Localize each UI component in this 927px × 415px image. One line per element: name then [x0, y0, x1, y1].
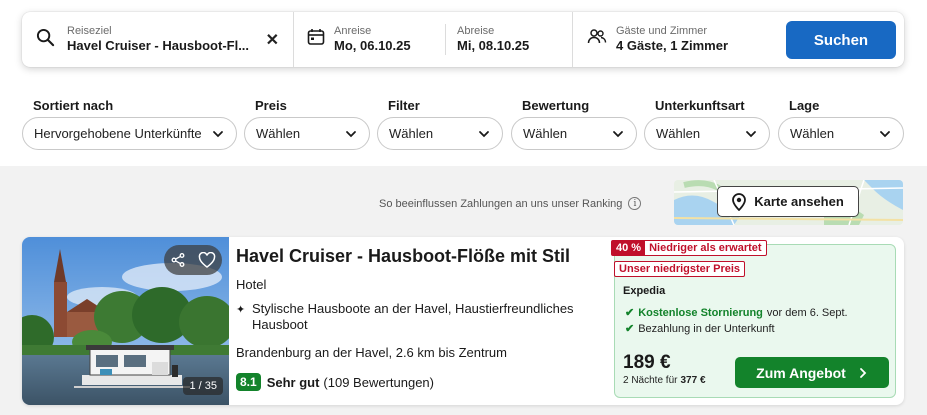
filter-sort: Sortiert nach Hervorgehobene Unterkünfte: [22, 98, 237, 150]
chevron-right-icon: [859, 367, 867, 378]
heart-icon[interactable]: [198, 252, 216, 268]
filter-value: Wählen: [790, 126, 835, 141]
hotel-feature: ✦ Stylische Hausboote an der Havel, Haus…: [236, 301, 582, 333]
discount-pct: 40 %: [612, 241, 646, 255]
filter-rating: Bewertung Wählen: [511, 98, 637, 150]
check-icon: ✔: [625, 323, 635, 335]
deal-box[interactable]: 40 % Niedriger als erwartet Unser niedri…: [611, 240, 896, 398]
filter-dropdown[interactable]: Wählen: [377, 117, 503, 150]
photo-actions: [164, 245, 222, 275]
sparkle-icon: ✦: [236, 304, 246, 316]
filter-value: Wählen: [389, 126, 434, 141]
rating-count: (109 Bewertungen): [323, 374, 434, 390]
filter-value: Wählen: [656, 126, 701, 141]
hotel-location: Brandenburg an der Havel, 2.6 km bis Zen…: [236, 345, 507, 360]
view-map-button[interactable]: Karte ansehen: [717, 186, 859, 217]
checkout-label: Abreise: [457, 25, 495, 37]
destination-field[interactable]: Reiseziel Havel Cruiser - Hausboot-Fl...…: [22, 12, 294, 67]
lowest-price-badge: Unser niedrigster Preis: [614, 261, 746, 277]
ranking-text: So beeinflussen Zahlungen an uns unser R…: [379, 197, 623, 210]
map-pin-icon: [732, 192, 747, 211]
hotel-name[interactable]: Havel Cruiser - Hausboot-Flöße mit Stil: [236, 246, 570, 267]
sort-dropdown[interactable]: Hervorgehobene Unterkünfte: [22, 117, 237, 150]
price-per-night: 189 €: [623, 352, 671, 373]
filter-property-type: Unterkunftsart Wählen: [644, 98, 770, 150]
filter-label: Bewertung: [522, 98, 590, 113]
calendar-icon: [307, 28, 325, 51]
discount-text: Niedriger als erwartet: [649, 242, 762, 254]
hotel-feature-text: Stylische Hausboote an der Havel, Hausti…: [252, 301, 574, 332]
hotel-card[interactable]: 1 / 35 Havel Cruiser - Hausboot-Flöße mi…: [22, 237, 904, 405]
perk-cancellation-bold: Kostenlose Stornierung: [638, 306, 763, 319]
guests-label: Gäste und Zimmer: [616, 25, 708, 37]
ranking-note[interactable]: So beeinflussen Zahlungen an uns unser R…: [379, 197, 642, 210]
chevron-down-icon: [746, 130, 756, 137]
provider-name: Expedia: [623, 285, 666, 297]
filter-label: Lage: [789, 98, 820, 113]
search-button[interactable]: Suchen: [786, 21, 896, 59]
search-icon: [36, 28, 55, 52]
chevron-down-icon: [613, 130, 623, 137]
checkin-label: Anreise: [334, 25, 372, 37]
checkout-field[interactable]: Abreise Mi, 08.10.25: [446, 12, 573, 67]
filter-value: Wählen: [523, 126, 568, 141]
filter-label: Preis: [255, 98, 287, 113]
filter-price: Preis Wählen: [244, 98, 370, 150]
perk-payment-text: Bezahlung in der Unterkunft: [638, 322, 775, 335]
rating-word: Sehr gut: [266, 374, 320, 390]
hotel-rating[interactable]: 8.1 Sehr gut (109 Bewertungen): [236, 373, 434, 391]
filter-label: Unterkunftsart: [655, 98, 745, 113]
hotel-type: Hotel: [236, 277, 267, 292]
view-deal-label: Zum Angebot: [756, 364, 846, 381]
checkout-value: Mi, 08.10.25: [457, 38, 530, 53]
guests-field[interactable]: Gäste und Zimmer 4 Gäste, 1 Zimmer: [573, 12, 785, 67]
view-deal-button[interactable]: Zum Angebot: [735, 357, 889, 388]
discount-badge: 40 % Niedriger als erwartet: [611, 240, 767, 256]
guests-value: 4 Gäste, 1 Zimmer: [616, 38, 728, 53]
info-icon[interactable]: i: [628, 197, 642, 210]
share-icon[interactable]: [171, 253, 185, 267]
chevron-down-icon: [479, 130, 489, 137]
destination-value[interactable]: Havel Cruiser - Hausboot-Fl...: [67, 38, 257, 54]
filter-label: Filter: [388, 98, 420, 113]
destination-label: Reiseziel: [67, 25, 112, 37]
filter-label: Sortiert nach: [33, 98, 114, 113]
nights-text: 2 Nächte für: [623, 375, 678, 386]
property-type-dropdown[interactable]: Wählen: [644, 117, 770, 150]
close-icon[interactable]: ✕: [266, 30, 279, 50]
chevron-down-icon: [213, 130, 223, 137]
guests-icon: [587, 28, 607, 51]
location-dropdown[interactable]: Wählen: [778, 117, 904, 150]
checkin-value: Mo, 06.10.25: [334, 38, 411, 53]
rating-dropdown[interactable]: Wählen: [511, 117, 637, 150]
filter-location: Lage Wählen: [778, 98, 904, 150]
price-dropdown[interactable]: Wählen: [244, 117, 370, 150]
perk-payment: ✔ Bezahlung in der Unterkunft: [625, 322, 775, 336]
filter-bar: Sortiert nach Hervorgehobene Unterkünfte…: [22, 98, 904, 150]
perk-cancellation: ✔ Kostenlose Stornierung vor dem 6. Sept…: [625, 306, 848, 320]
chevron-down-icon: [880, 130, 890, 137]
map-button-label: Karte ansehen: [754, 194, 844, 209]
filter-filter: Filter Wählen: [377, 98, 503, 150]
rating-score: 8.1: [236, 373, 261, 391]
total-price: 2 Nächte für 377 €: [623, 375, 706, 386]
checkin-field[interactable]: Anreise Mo, 06.10.25: [294, 24, 446, 55]
filter-value: Hervorgehobene Unterkünfte: [34, 126, 202, 141]
check-icon: ✔: [625, 307, 635, 319]
results-area: So beeinflussen Zahlungen an uns unser R…: [0, 166, 927, 415]
photo-counter: 1 / 35: [183, 377, 223, 395]
filter-value: Wählen: [256, 126, 301, 141]
chevron-down-icon: [346, 130, 356, 137]
nights-total: 377 €: [680, 375, 706, 386]
search-bar: Reiseziel Havel Cruiser - Hausboot-Fl...…: [22, 12, 904, 67]
hotel-photo[interactable]: 1 / 35: [22, 237, 229, 405]
perk-cancellation-rest: vor dem 6. Sept.: [766, 306, 848, 319]
map-preview[interactable]: Karte ansehen: [674, 180, 903, 225]
